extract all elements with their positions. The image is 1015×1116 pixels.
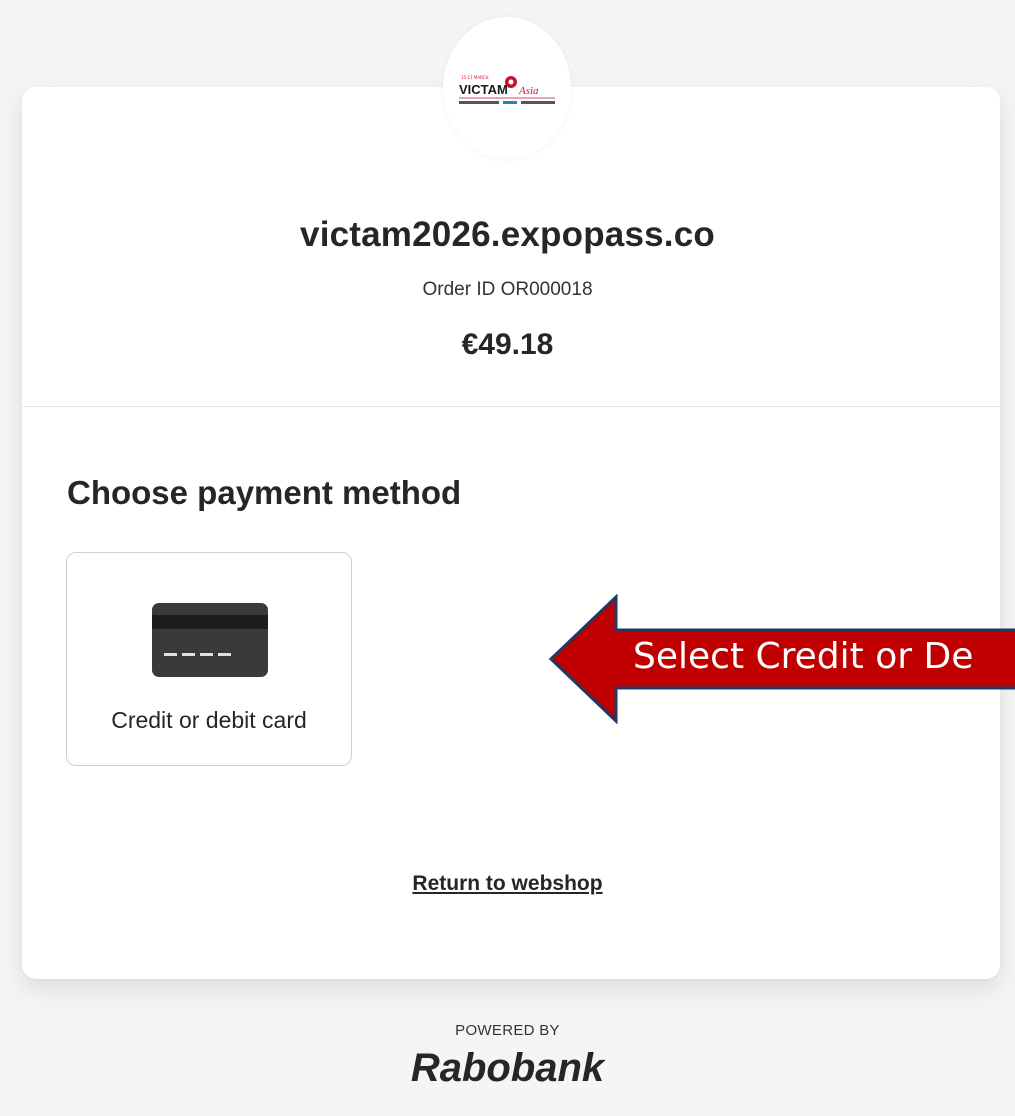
merchant-logo: 15-17 MARCH VICTAM Asia — [443, 17, 571, 159]
credit-card-method-button[interactable]: Credit or debit card — [66, 552, 352, 766]
order-amount: €49.18 — [461, 328, 554, 361]
victam-asia-logo: 15-17 MARCH VICTAM Asia — [459, 75, 555, 104]
payment-method-heading: Choose payment method — [67, 474, 462, 511]
logo-brand-text: VICTAM — [459, 82, 508, 97]
merchant-domain: victam2026.expopass.co — [300, 215, 715, 254]
rabobank-logo: Rabobank — [410, 1046, 605, 1090]
credit-card-method-label: Credit or debit card — [111, 707, 307, 733]
annotation-text: Select Credit or De — [633, 636, 974, 677]
return-to-webshop-link[interactable]: Return to webshop — [0, 872, 1015, 896]
logo-tiny-text: 15-17 MARCH — [461, 75, 488, 80]
order-id: Order ID OR000018 — [422, 279, 593, 300]
powered-by-label: POWERED BY — [455, 1022, 560, 1039]
credit-card-icon — [152, 603, 268, 677]
section-divider — [22, 406, 1000, 407]
logo-script-text: Asia — [518, 85, 539, 97]
